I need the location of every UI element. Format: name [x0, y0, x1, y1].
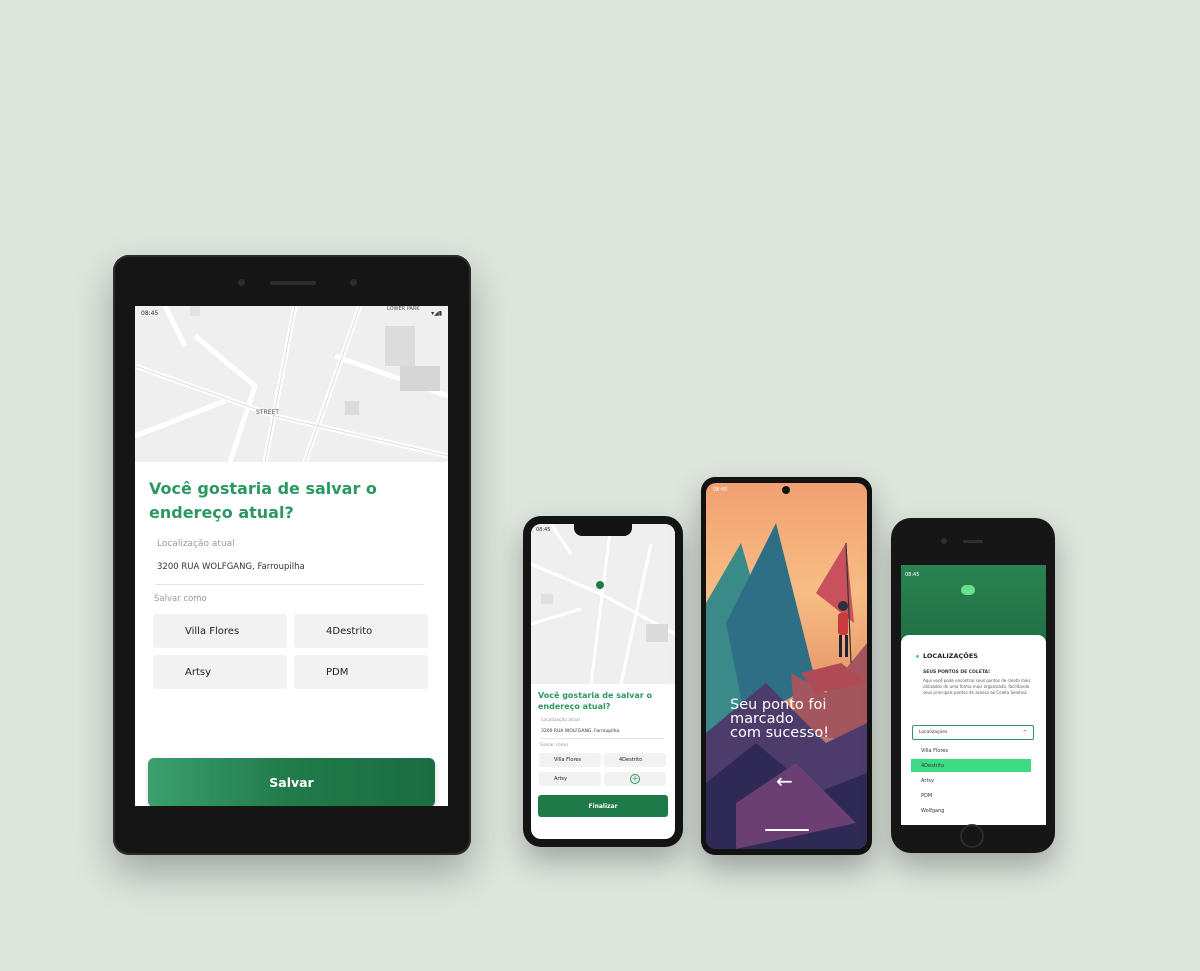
map-label-street: STREET	[256, 409, 279, 416]
phone-b-screen: 08:45 Seu ponto foi marcado com sucesso!…	[706, 483, 867, 849]
status-time: 08:45	[141, 310, 159, 317]
location-label: Localização atual	[157, 539, 235, 549]
phone-camera	[941, 538, 947, 544]
phone-a-screen: 08:45 Você gostaria de salvar o endereço…	[531, 524, 675, 839]
map-view[interactable]: 08:45	[531, 524, 675, 684]
success-message: Seu ponto foi marcado com sucesso!	[730, 697, 860, 741]
mountain-illustration	[706, 523, 867, 849]
tablet-camera	[238, 279, 245, 286]
status-bar: 08:45 ▾◢▮	[141, 310, 442, 320]
status-time: 08:45	[536, 527, 551, 533]
signal-icon: ▾◢▮	[431, 310, 442, 317]
tablet-speaker	[270, 281, 316, 285]
option-pdm[interactable]: PDM	[294, 655, 428, 689]
success-line-1: Seu ponto foi	[730, 697, 827, 713]
subtitle: SEUS PONTOS DE COLETA!	[923, 670, 991, 675]
phone-success: 08:45 Seu ponto foi marcado com sucesso!…	[701, 477, 872, 855]
map-streets	[135, 306, 448, 462]
phone-c-screen: 08:45 LOCALIZAÇÕES SEUS PONTOS DE COLETA…	[901, 565, 1046, 825]
front-camera	[782, 486, 790, 494]
add-option-button[interactable]: +	[604, 772, 666, 786]
option-4destrito[interactable]: 4Destrito	[294, 614, 428, 648]
option-villa-flores[interactable]: Villa Flores	[539, 753, 601, 767]
finish-button[interactable]: Finalizar	[538, 795, 668, 817]
tablet-sensor	[350, 279, 357, 286]
map-streets	[531, 524, 675, 684]
phone-save-address: 08:45 Você gostaria de salvar o endereço…	[523, 516, 683, 847]
option-artsy[interactable]: Artsy	[539, 772, 601, 786]
map-view[interactable]: STREET LOWER PARK 08:45 ▾◢▮	[135, 306, 448, 462]
locations-select[interactable]: Localizações ^	[912, 725, 1034, 740]
page-title: Você gostaria de salvar o endereço atual…	[538, 691, 652, 711]
option-4destrito[interactable]: 4Destrito	[604, 753, 666, 767]
save-as-label: Salvar como	[540, 743, 568, 748]
home-indicator[interactable]	[765, 829, 809, 831]
status-time: 08:45	[905, 572, 920, 578]
save-button[interactable]: Salvar	[148, 758, 435, 806]
location-label: Localização atual	[541, 718, 580, 723]
success-line-2: marcado	[730, 711, 794, 727]
select-label: Localizações	[919, 730, 948, 735]
list-item[interactable]: Artsy	[911, 774, 1031, 787]
section-title: LOCALIZAÇÕES	[923, 652, 978, 660]
list-item[interactable]: Villa Flores	[911, 744, 1031, 757]
divider	[540, 738, 664, 739]
bullet-icon	[916, 655, 919, 658]
list-item-selected[interactable]: 4Destrito	[911, 759, 1031, 772]
phone-locations: 08:45 LOCALIZAÇÕES SEUS PONTOS DE COLETA…	[891, 518, 1055, 853]
description: Aqui você pode encontrar seus pontos de …	[923, 678, 1031, 695]
phone-notch	[574, 524, 632, 536]
home-button[interactable]	[960, 824, 984, 848]
location-value[interactable]: 3200 RUA WOLFGANG, Farroupilha	[157, 562, 305, 572]
plus-icon: +	[630, 774, 640, 784]
location-value[interactable]: 3200 RUA WOLFGANG, Farroupilha	[541, 729, 619, 734]
status-time: 08:45	[713, 487, 728, 493]
tablet-device: STREET LOWER PARK 08:45 ▾◢▮ Você gostari…	[113, 255, 471, 855]
locations-sheet: LOCALIZAÇÕES SEUS PONTOS DE COLETA! Aqui…	[901, 635, 1046, 825]
chevron-up-icon: ^	[1022, 729, 1027, 736]
phone-speaker	[963, 540, 983, 543]
option-villa-flores[interactable]: Villa Flores	[153, 614, 287, 648]
page-title: Você gostaria de salvar o endereço atual…	[149, 479, 377, 522]
option-artsy[interactable]: Artsy	[153, 655, 287, 689]
list-item[interactable]: PDM	[911, 789, 1031, 802]
back-arrow-icon[interactable]: ←	[776, 769, 793, 793]
recycle-bag-icon	[961, 585, 975, 595]
list-item[interactable]: Wolfgang	[911, 804, 1031, 817]
location-pin-icon[interactable]	[596, 581, 604, 589]
save-as-label: Salvar como	[154, 594, 207, 604]
success-line-3: com sucesso!	[730, 725, 830, 741]
tablet-screen: STREET LOWER PARK 08:45 ▾◢▮ Você gostari…	[135, 306, 448, 806]
divider	[155, 584, 423, 585]
